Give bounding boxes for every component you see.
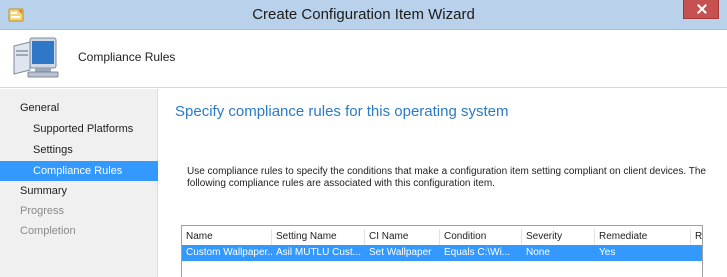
computer-monitor-icon	[13, 37, 59, 78]
page-title: Compliance Rules	[78, 50, 176, 64]
nav-item-progress: Progress	[20, 205, 65, 217]
title-bar[interactable]: Create Configuration Item Wizard	[0, 0, 727, 30]
nav-item-compliance-rules[interactable]: Compliance Rules	[0, 161, 158, 181]
cell-setting-name: Asil MUTLU Cust...	[276, 247, 362, 258]
column-header-setting-name[interactable]: Setting Name	[272, 229, 365, 245]
nav-item-general[interactable]: General	[0, 98, 158, 118]
cell-name: Custom Wallpaper...	[186, 247, 272, 258]
nav-item-settings[interactable]: Settings	[0, 140, 158, 160]
wizard-navigation: General Supported Platforms Settings Com…	[0, 89, 158, 277]
column-header-severity[interactable]: Severity	[522, 229, 595, 245]
main-content: Specify compliance rules for this operat…	[159, 89, 727, 277]
cell-remediate: Yes	[599, 247, 616, 258]
section-heading: Specify compliance rules for this operat…	[175, 103, 509, 120]
cell-severity: None	[526, 247, 550, 258]
description-text: Use compliance rules to specify the cond…	[187, 166, 706, 189]
cell-ci-name: Set Wallpaper	[369, 247, 432, 258]
wizard-header: Compliance Rules	[0, 30, 727, 88]
compliance-rules-table[interactable]: Name Setting Name CI Name Condition Seve…	[181, 225, 703, 277]
column-header-name[interactable]: Name	[182, 229, 272, 245]
column-header-ci-name[interactable]: CI Name	[365, 229, 440, 245]
column-header-condition[interactable]: Condition	[440, 229, 522, 245]
window-title: Create Configuration Item Wizard	[252, 6, 475, 23]
cell-r	[691, 245, 702, 261]
table-header-row: Name Setting Name CI Name Condition Seve…	[182, 229, 702, 245]
nav-item-supported-platforms[interactable]: Supported Platforms	[0, 119, 158, 139]
close-button[interactable]	[683, 0, 719, 19]
table-row[interactable]: Custom Wallpaper... Asil MUTLU Cust... S…	[182, 245, 702, 261]
cell-condition: Equals C:\Wi...	[444, 247, 511, 258]
nav-item-completion: Completion	[20, 225, 76, 237]
nav-item-summary[interactable]: Summary	[0, 181, 158, 201]
column-header-r[interactable]: R	[691, 229, 702, 245]
column-header-remediate[interactable]: Remediate	[595, 229, 691, 245]
